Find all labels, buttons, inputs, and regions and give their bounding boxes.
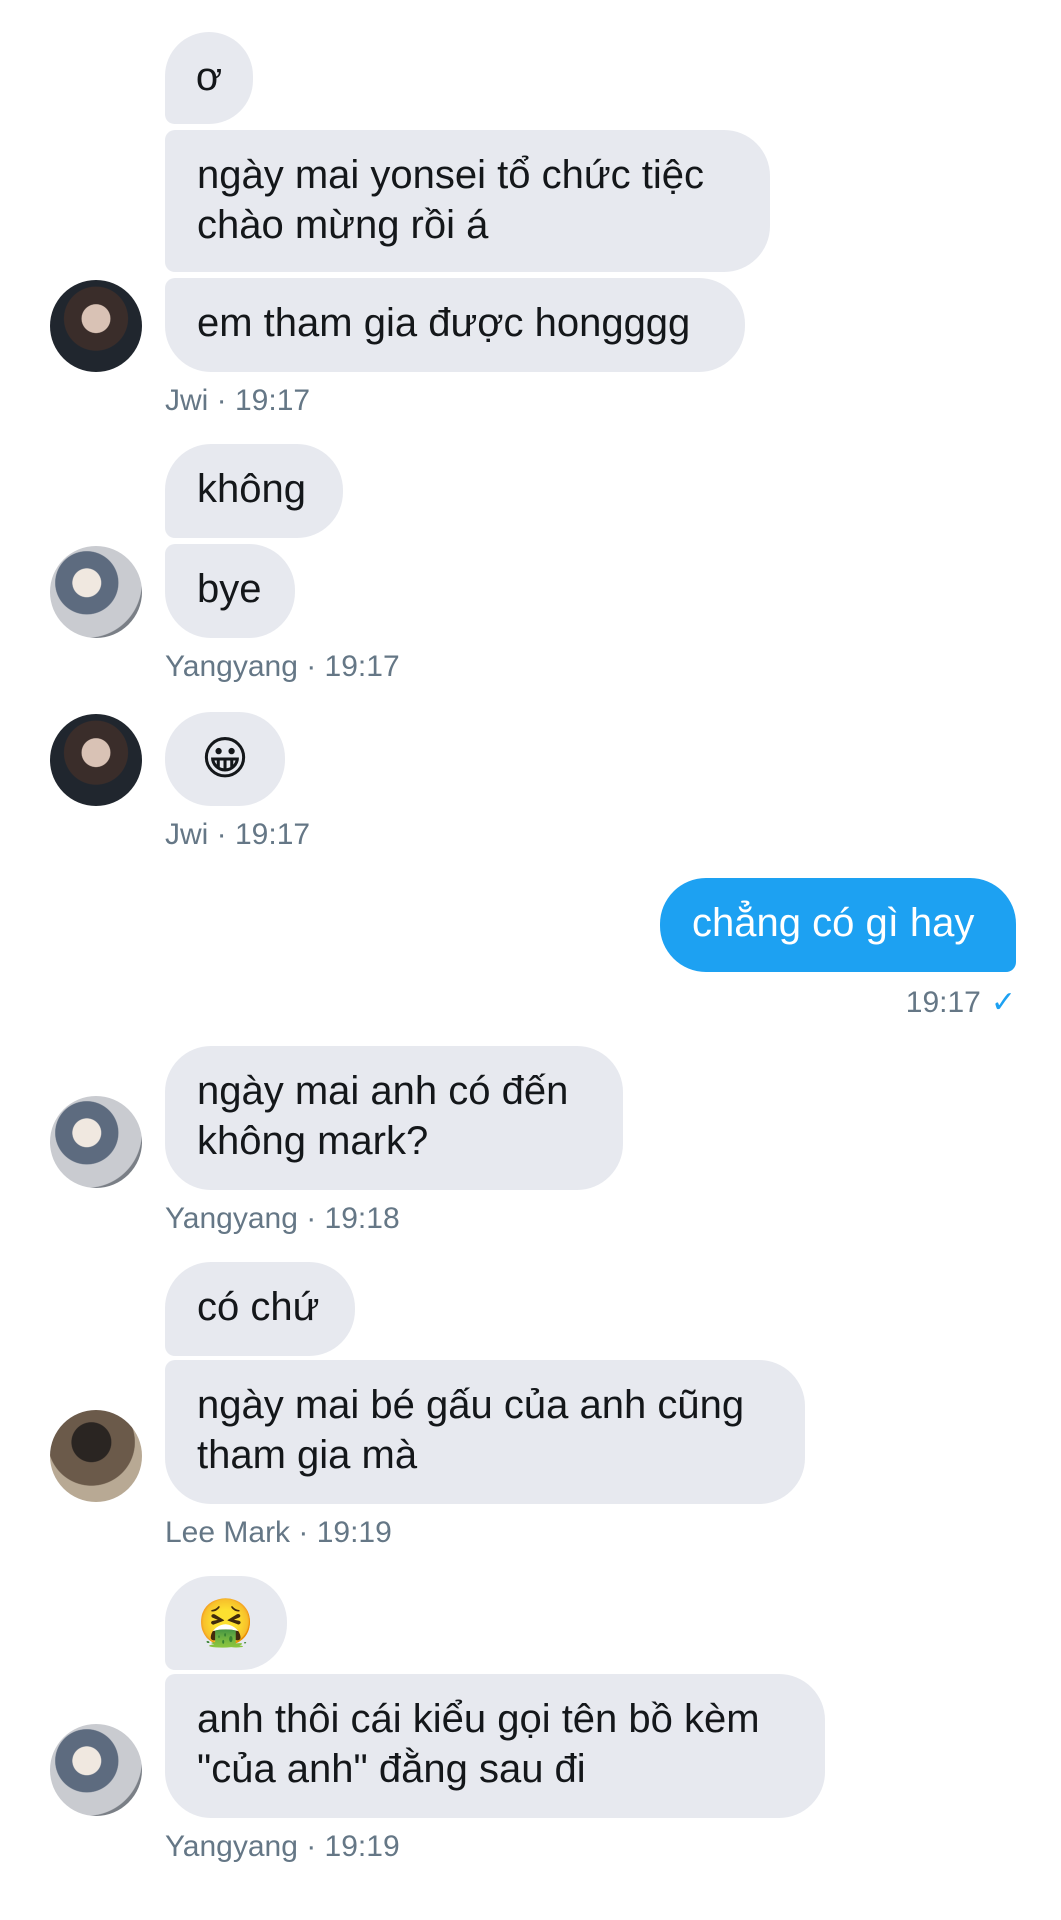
avatar-lee-mark-icon[interactable] (50, 1410, 142, 1502)
message-text: ơ (195, 55, 223, 99)
message-text: em tham gia được hongggg (197, 301, 691, 345)
message-text-line: anh thôi cái kiểu gọi tên bồ kèm (197, 1697, 760, 1741)
message-text-line: ngày mai bé gấu của anh cũng (197, 1383, 745, 1427)
checkmark-icon: ✓ (990, 986, 1016, 1019)
message-bubble[interactable]: em tham gia được hongggg (165, 278, 745, 372)
message-text: bye (197, 567, 262, 611)
grinning-face-emoji: 😀 (201, 732, 249, 784)
message-time: 19:17 (905, 986, 981, 1019)
message-text: chẳng có gì hay (692, 901, 975, 945)
message-text-line: ngày mai anh có đến (197, 1069, 569, 1113)
avatar-yangyang-icon[interactable] (50, 1724, 142, 1816)
message-text-line: "của anh" đằng sau đi (197, 1747, 586, 1791)
message-bubble[interactable]: có chứ (165, 1262, 355, 1356)
avatar-jwi-icon[interactable] (50, 714, 142, 806)
message-bubble[interactable]: ơ (165, 32, 253, 124)
message-text: không (197, 467, 306, 511)
message-bubble-emoji[interactable]: 🤮 (165, 1576, 287, 1670)
message-bubble[interactable]: không (165, 444, 343, 538)
message-text-line: không mark? (197, 1119, 429, 1163)
message-meta: Jwi · 19:17 (165, 818, 311, 851)
avatar-jwi-icon[interactable] (50, 280, 142, 372)
message-text-line: ngày mai yonsei tổ chức tiệc (197, 153, 705, 197)
avatar-yangyang-icon[interactable] (50, 1096, 142, 1188)
message-bubble-emoji[interactable]: 😀 (165, 712, 285, 806)
message-bubble[interactable]: anh thôi cái kiểu gọi tên bồ kèm "của an… (165, 1674, 825, 1818)
message-meta: Jwi · 19:17 (165, 384, 311, 417)
message-meta: Lee Mark · 19:19 (165, 1516, 392, 1549)
message-text-line: tham gia mà (197, 1433, 418, 1477)
avatar-yangyang-icon[interactable] (50, 546, 142, 638)
message-text-line: chào mừng rồi á (197, 203, 489, 247)
message-meta: Yangyang · 19:19 (165, 1830, 400, 1863)
message-meta-outgoing: 19:17 ✓ (906, 986, 1016, 1020)
message-bubble[interactable]: ngày mai yonsei tổ chức tiệc chào mừng r… (165, 130, 770, 272)
message-bubble[interactable]: ngày mai bé gấu của anh cũng tham gia mà (165, 1360, 805, 1504)
vomiting-face-emoji: 🤮 (197, 1596, 255, 1648)
message-bubble-outgoing[interactable]: chẳng có gì hay (660, 878, 1016, 972)
message-bubble[interactable]: bye (165, 544, 295, 638)
message-meta: Yangyang · 19:17 (165, 650, 400, 683)
message-text: có chứ (197, 1285, 320, 1329)
message-bubble[interactable]: ngày mai anh có đến không mark? (165, 1046, 623, 1190)
message-meta: Yangyang · 19:18 (165, 1202, 400, 1235)
